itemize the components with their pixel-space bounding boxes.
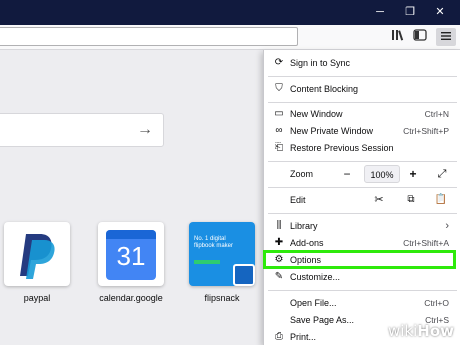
library-icon: ⫼ (276, 220, 282, 231)
tile-label-paypal: paypal (23, 293, 51, 303)
library-icon[interactable] (388, 28, 408, 46)
shortcut-new-private: Ctrl+Shift+P (403, 126, 449, 136)
menu-label-zoom: Zoom (290, 169, 314, 179)
top-site-flipsnack[interactable]: No. 1 digital flipbook maker (189, 222, 255, 286)
top-site-paypal[interactable] (4, 222, 70, 286)
menu-separator (268, 213, 457, 214)
paintbrush-icon: ✎ (274, 271, 284, 282)
restore-session-icon: ⎗ (275, 142, 283, 153)
minimize-button[interactable]: ─ (372, 4, 388, 20)
menu-item-zoom: Zoom − 100% + ⤢ (264, 165, 460, 183)
menu-item-restore-session[interactable]: ⎗ Restore Previous Session (264, 140, 460, 156)
top-site-calendar-google[interactable]: 31 (98, 222, 164, 286)
shortcut-open-file: Ctrl+O (424, 298, 449, 308)
calendar-day: 31 (116, 241, 146, 271)
menu-label-new-private: New Private Window (290, 126, 374, 136)
menu-label-print: Print... (290, 332, 317, 342)
menu-label-save-page: Save Page As... (290, 315, 355, 325)
zoom-out-button[interactable]: − (340, 166, 354, 182)
menu-item-edit: Edit ✂ ⧉ 📋 (264, 192, 460, 208)
menu-item-new-window[interactable]: ▭ New Window Ctrl+N (264, 106, 460, 122)
restore-button[interactable]: ❐ (402, 4, 418, 20)
title-bar: ─ ❐ ✕ (0, 0, 460, 25)
menu-label-restore: Restore Previous Session (290, 143, 394, 153)
menu-item-open-file[interactable]: Open File... Ctrl+O (264, 295, 460, 311)
menu-label-open-file: Open File... (290, 298, 337, 308)
flipsnack-thumbnail: No. 1 digital flipbook maker (189, 222, 255, 286)
options-highlight (263, 250, 456, 269)
menu-item-addons[interactable]: ✚ Add-ons Ctrl+Shift+A (264, 235, 460, 251)
wikihow-watermark: wikiHow (388, 322, 454, 340)
fullscreen-icon[interactable]: ⤢ (435, 166, 449, 182)
cut-icon[interactable]: ✂ (372, 192, 386, 208)
hamburger-menu-icon[interactable] (436, 28, 456, 46)
sync-icon: ⟳ (274, 57, 284, 68)
url-bar[interactable] (0, 27, 298, 46)
paypal-logo (20, 234, 55, 279)
menu-label-addons: Add-ons (290, 238, 324, 248)
zoom-in-button[interactable]: + (406, 166, 420, 182)
menu-label-new-window: New Window (290, 109, 343, 119)
menu-item-customize[interactable]: ✎ Customize... (264, 269, 460, 285)
menu-label-customize: Customize... (290, 272, 341, 282)
printer-icon: ⎙ (275, 331, 283, 342)
close-button[interactable]: ✕ (432, 4, 448, 20)
menu-item-content-blocking[interactable]: ⛉ Content Blocking (264, 81, 460, 97)
menu-label-content-blocking: Content Blocking (290, 84, 359, 94)
tile-label-calendar: calendar.google (99, 293, 163, 303)
shortcut-addons: Ctrl+Shift+A (403, 238, 449, 248)
menu-separator (268, 187, 457, 188)
new-window-icon: ▭ (274, 108, 284, 119)
search-box[interactable]: → (0, 113, 164, 147)
tile-label-flipsnack: flipsnack (204, 293, 240, 303)
menu-label-library: Library (290, 221, 318, 231)
menu-separator (268, 161, 457, 162)
private-mask-icon: ∞ (275, 125, 283, 136)
menu-item-new-private-window[interactable]: ∞ New Private Window Ctrl+Shift+P (264, 123, 460, 139)
copy-icon[interactable]: ⧉ (404, 192, 418, 208)
shortcut-new-window: Ctrl+N (424, 109, 449, 119)
app-menu-panel: ⟳ Sign in to Sync ⛉ Content Blocking ▭ N… (263, 50, 460, 345)
puzzle-piece-icon: ✚ (274, 237, 284, 248)
sidebar-icon[interactable] (410, 28, 430, 46)
search-arrow-icon[interactable]: → (137, 121, 153, 139)
shield-icon: ⛉ (275, 83, 283, 94)
menu-separator (268, 76, 457, 77)
menu-item-sync[interactable]: ⟳ Sign in to Sync (264, 55, 460, 71)
watermark-how: How (417, 322, 455, 340)
zoom-reset-button[interactable]: 100% (364, 165, 400, 183)
menu-label-sync: Sign in to Sync (290, 58, 351, 68)
flipsnack-heading: No. 1 digital flipbook maker (194, 236, 234, 249)
menu-label-edit: Edit (290, 195, 306, 205)
chevron-right-icon: › (445, 220, 449, 232)
menu-separator (268, 102, 457, 103)
calendar-icon: 31 (106, 230, 156, 280)
menu-item-library[interactable]: ⫼ Library › (264, 218, 460, 234)
watermark-wiki: wiki (388, 322, 418, 340)
menu-separator (268, 290, 457, 291)
paste-icon[interactable]: 📋 (434, 192, 448, 208)
